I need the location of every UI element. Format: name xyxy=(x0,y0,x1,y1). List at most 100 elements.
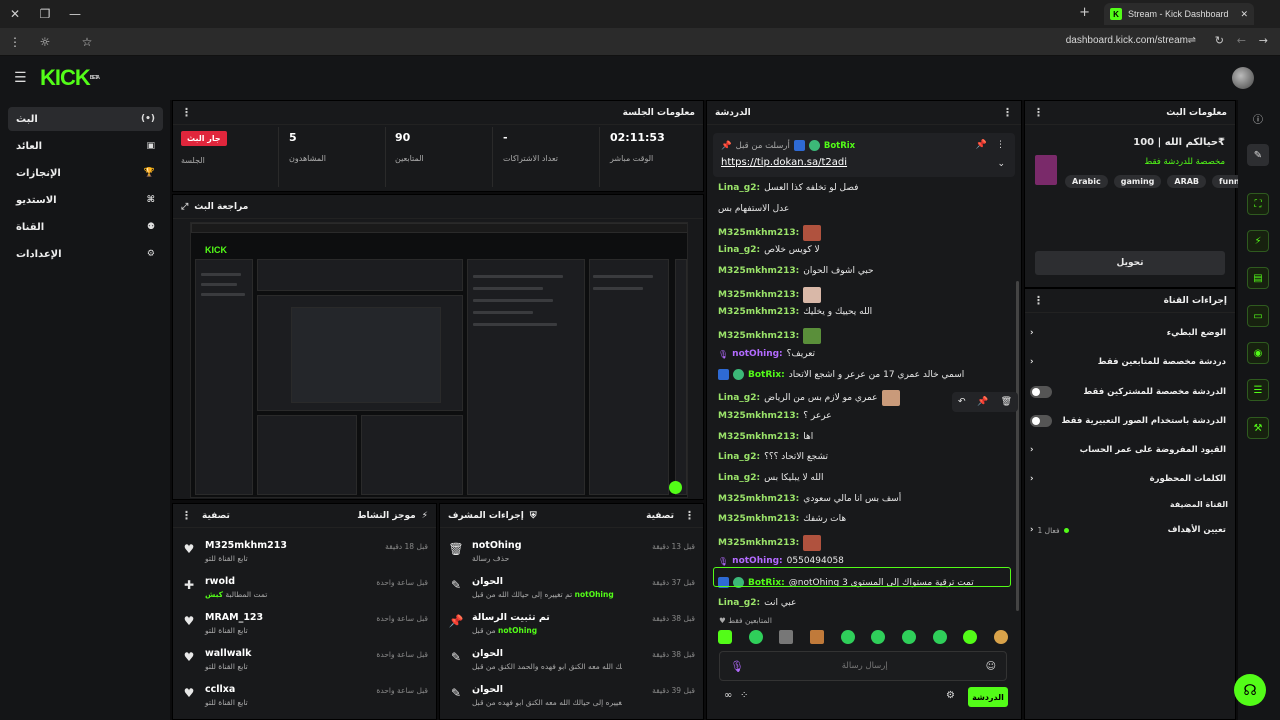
chat-username[interactable]: M325mkhm213: xyxy=(718,432,799,442)
tag-chip[interactable]: ARAB xyxy=(1167,175,1207,188)
subscribers-only-toggle[interactable] xyxy=(1030,386,1052,398)
broadcast-icon[interactable]: ◉ xyxy=(1247,342,1269,364)
capture-icon[interactable]: ⛶ xyxy=(1247,193,1269,215)
more-options-icon[interactable]: ⋮ xyxy=(684,509,695,522)
more-options-icon[interactable]: ⋮ xyxy=(1002,106,1013,119)
chat-message[interactable]: عدل الاستفهام بس xyxy=(718,204,789,214)
filter-button[interactable]: تصفية xyxy=(646,511,674,521)
chat-username[interactable]: M325mkhm213: xyxy=(718,266,799,276)
lightning-icon[interactable]: ⚡ xyxy=(1247,230,1269,252)
pinned-link[interactable]: https://tip.dokan.sa/t2adi xyxy=(721,157,847,168)
sidebar-item-channel[interactable]: القناة ⚉ xyxy=(8,215,163,239)
emote-icon[interactable] xyxy=(809,630,824,644)
mic-icon[interactable]: 🎙 xyxy=(730,660,744,673)
chat-username[interactable]: BotRix: xyxy=(748,370,785,380)
chat-message[interactable]: Lina_g2: عمري مو لازم بس من الرياض xyxy=(718,390,900,406)
chat-username[interactable]: Lina_g2: xyxy=(718,393,760,403)
more-options-icon[interactable]: ⋮ xyxy=(181,106,192,119)
sidebar-item-settings[interactable]: الإعدادات ⚙ xyxy=(8,242,163,266)
emotes-only-toggle[interactable] xyxy=(1030,415,1052,427)
chat-username[interactable]: M325mkhm213: xyxy=(718,307,799,317)
info-icon[interactable]: ⓘ xyxy=(1247,107,1269,129)
chat-message[interactable]: 🎙 notOhing: 0550494058 xyxy=(718,556,844,566)
chat-username[interactable]: Lina_g2: xyxy=(718,245,760,255)
chat-username[interactable]: Lina_g2: xyxy=(718,183,760,193)
chat-message[interactable]: M325mkhm213: xyxy=(718,225,822,241)
chat-input[interactable]: 🎙 إرسال رسالة ☺ xyxy=(719,651,1007,681)
chat-message[interactable]: M325mkhm213: أسف بس انا مالي سعودي xyxy=(718,494,901,504)
emote-icon[interactable] xyxy=(718,630,732,644)
chat-message[interactable]: 🎙 notOhing: تعريف؟ xyxy=(718,349,815,359)
reply-icon[interactable]: ↶ xyxy=(958,397,966,407)
restore-window-icon[interactable]: ❐ xyxy=(30,0,60,28)
chat-username[interactable]: M325mkhm213: xyxy=(718,514,799,524)
chat-message[interactable]: M325mkhm213: اها xyxy=(718,432,813,442)
menu-icon[interactable]: ⋮ xyxy=(0,28,30,56)
chevron-down-icon[interactable]: ⌄ xyxy=(997,159,1005,169)
chat-username[interactable]: M325mkhm213: xyxy=(718,228,799,238)
chat-message[interactable]: M325mkhm213: xyxy=(718,287,822,303)
filter-button[interactable]: تصفية xyxy=(202,511,230,521)
layout-icon[interactable]: ☰ xyxy=(1247,379,1269,401)
hamburger-menu-icon[interactable]: ☰ xyxy=(14,70,27,86)
more-options-icon[interactable]: ⋮ xyxy=(996,140,1005,150)
chat-username[interactable]: notOhing: xyxy=(732,556,782,566)
chat-message[interactable]: Lina_g2: لا كويس خلاص xyxy=(718,245,820,255)
back-icon[interactable]: → xyxy=(1259,34,1268,47)
more-options-icon[interactable]: ⋮ xyxy=(181,509,192,522)
banned-words-row[interactable]: › الكلمات المحظورة xyxy=(1030,468,1226,490)
extension-icon[interactable]: ☼ xyxy=(30,28,60,56)
slow-mode-row[interactable]: › الوضع البطيء xyxy=(1030,322,1226,344)
send-chat-button[interactable]: الدردشة xyxy=(968,687,1008,707)
chat-message[interactable]: BotRix: اسمي خالد عمري 17 من عرعر و اشجع … xyxy=(718,369,964,380)
sidebar-item-stream[interactable]: البث (•) xyxy=(8,107,163,131)
emoji-icon[interactable]: ☺ xyxy=(986,661,996,672)
infinity-icon[interactable]: ∞ xyxy=(724,690,732,701)
chat-username[interactable]: Lina_g2: xyxy=(718,473,760,483)
chat-message[interactable]: M325mkhm213: هات رشفك xyxy=(718,514,846,524)
more-options-icon[interactable]: ⋮ xyxy=(1033,294,1044,307)
edit-stream-button[interactable]: تحويل xyxy=(1035,251,1225,275)
wrench-icon[interactable]: ⚒ xyxy=(1247,417,1269,439)
sidebar-item-studio[interactable]: الاستديو ⌘ xyxy=(8,188,163,212)
reload-icon[interactable]: ↻ xyxy=(1215,34,1224,47)
chat-message[interactable]: Lina_g2: الله لا يبليكا بس xyxy=(718,473,823,483)
pin-icon[interactable]: 📌 xyxy=(977,397,988,407)
gear-icon[interactable]: ⚙ xyxy=(946,690,955,701)
chat-message[interactable]: Lina_g2: تشجع الاتحاد ؟؟؟ xyxy=(718,452,828,462)
emote-icon[interactable] xyxy=(779,630,794,644)
tag-chip[interactable]: Arabic xyxy=(1065,175,1108,188)
new-tab-icon[interactable]: + xyxy=(1079,5,1090,20)
more-options-icon[interactable]: ⋮ xyxy=(1033,106,1044,119)
category-link[interactable]: مخصصة للدردشة فقط xyxy=(1144,157,1225,167)
emote-icon[interactable] xyxy=(993,630,1008,644)
account-age-row[interactable]: › القيود المفروضة على عمر الحساب xyxy=(1030,439,1226,461)
pencil-icon[interactable]: ✎ xyxy=(1247,144,1269,166)
url-field[interactable]: dashboard.kick.com/stream xyxy=(1066,35,1188,46)
browser-tab[interactable]: K Stream - Kick Dashboard ✕ xyxy=(1104,3,1254,25)
emote-icon[interactable] xyxy=(963,630,978,644)
chat-message[interactable]: M325mkhm213: xyxy=(718,328,822,344)
expand-icon[interactable]: ⤢ xyxy=(181,202,188,212)
chat-message[interactable]: M325mkhm213: حبي اشوف الحوان xyxy=(718,266,874,276)
kick-logo[interactable]: KICKBETA xyxy=(40,67,100,89)
chat-message[interactable]: M325mkhm213: عرعر ؟ xyxy=(718,411,832,421)
emotes-only-row[interactable]: الدردشة باستخدام الصور التعبيرية فقط xyxy=(1030,410,1226,432)
chat-message[interactable]: Lina_g2: عبي انت xyxy=(718,598,796,608)
minimize-window-icon[interactable]: — xyxy=(60,0,90,28)
emote-icon[interactable] xyxy=(932,630,947,644)
bookmark-star-icon[interactable]: ☆ xyxy=(72,28,102,56)
chat-message[interactable]: M325mkhm213: xyxy=(718,535,822,551)
emote-icon[interactable] xyxy=(748,630,763,644)
share-icon[interactable]: ⁘ xyxy=(740,690,748,701)
emote-icon[interactable] xyxy=(871,630,886,644)
chat-message[interactable]: M325mkhm213: الله يحييك و يخليك xyxy=(718,307,872,317)
chat-username[interactable]: M325mkhm213: xyxy=(718,494,799,504)
help-chat-icon[interactable]: ☊ xyxy=(1234,674,1266,706)
site-settings-icon[interactable]: ⇌ xyxy=(1188,35,1196,46)
sidebar-item-revenue[interactable]: العائد ▣ xyxy=(8,134,163,158)
chat-username[interactable]: Lina_g2: xyxy=(718,598,760,608)
chat-username[interactable]: M325mkhm213: xyxy=(718,290,799,300)
unpin-icon[interactable]: 📌 xyxy=(976,140,987,150)
chat-message[interactable]: Lina_g2: فصل لو تخلفه كذا العسل xyxy=(718,183,858,193)
